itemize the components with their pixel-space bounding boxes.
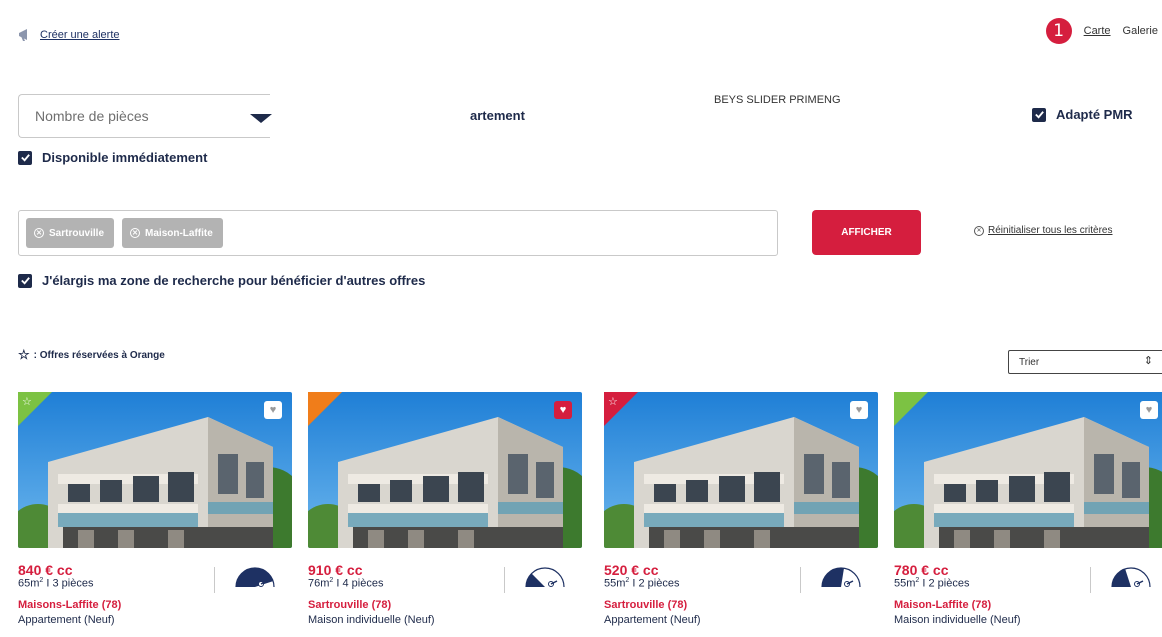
pmr-checkbox[interactable]: Adapté PMR <box>1032 107 1133 122</box>
star-icon: ☆ <box>608 396 618 408</box>
sort-label: Trier <box>1019 356 1040 368</box>
rooms-select-placeholder: Nombre de pièces <box>35 108 149 124</box>
show-results-button[interactable]: AFFICHER <box>812 210 921 255</box>
view-galerie-link[interactable]: Galerie <box>1123 25 1158 37</box>
property-type: Appartement (Neuf) <box>604 614 701 626</box>
megaphone-icon <box>19 29 27 41</box>
create-alert-link[interactable]: Créer une alerte <box>18 28 120 42</box>
rooms: I 4 pièces <box>336 577 384 590</box>
offers-note-label: : Offres réservées à Orange <box>33 349 165 361</box>
star-outline-icon: ☆ <box>18 347 30 362</box>
available-label: Disponible immédiatement <box>42 150 208 165</box>
divider <box>1090 567 1091 593</box>
heart-icon[interactable]: ♥ <box>264 401 282 419</box>
category-corner <box>308 392 342 426</box>
area-rooms: 65m2 I 3 pièces <box>18 577 93 590</box>
property-photo[interactable] <box>308 392 582 548</box>
property-photo[interactable] <box>18 392 292 548</box>
remove-chip-icon[interactable]: ✕ <box>130 228 141 238</box>
checkbox-checked-icon[interactable] <box>18 150 32 165</box>
offer-card[interactable]: ☆ ♥ 780 € cc 55m2 I 2 pièces Maison-Laff… <box>894 392 1162 637</box>
city: Maisons-Laffite (78) <box>18 599 122 611</box>
offer-card[interactable]: ☆ ♥ 520 € cc 55m2 I 2 pièces Sartrouvill… <box>604 392 878 637</box>
heart-icon[interactable]: ♥ <box>1140 401 1158 419</box>
remove-chip-icon[interactable]: ✕ <box>34 228 44 238</box>
energy-gauge-icon <box>523 564 567 588</box>
chevron-down-icon[interactable] <box>250 114 272 123</box>
offer-card[interactable]: ☆ ♥ 910 € cc 76m2 I 4 pièces Sartrouvill… <box>308 392 582 637</box>
property-type: Appartement (Neuf) <box>18 614 115 626</box>
area-rooms: 55m2 I 2 pièces <box>604 577 679 590</box>
price: 840 € cc <box>18 562 73 578</box>
create-alert-label: Créer une alerte <box>40 29 120 41</box>
rooms: I 2 pièces <box>922 577 970 590</box>
slider-label: BEYS SLIDER PRIMENG <box>714 94 841 106</box>
property-type-label: artement <box>470 108 525 123</box>
price: 520 € cc <box>604 562 659 578</box>
location-chip[interactable]: ✕ Sartrouville <box>26 218 115 248</box>
divider <box>504 567 505 593</box>
area-rooms: 55m2 I 2 pièces <box>894 577 969 590</box>
offers-note: ☆ : Offres réservées à Orange <box>18 347 165 363</box>
rooms-select[interactable]: Nombre de pièces <box>18 94 270 138</box>
updown-arrows-icon: ⇕ <box>1143 355 1153 367</box>
area-rooms: 76m2 I 4 pièces <box>308 577 383 590</box>
square-unit: 2 <box>39 577 44 584</box>
energy-gauge-icon <box>819 564 863 588</box>
heart-icon[interactable]: ♥ <box>554 401 572 419</box>
checkbox-checked-icon[interactable] <box>1032 107 1046 122</box>
location-chip-label: Maison-Laffite <box>145 227 213 239</box>
location-input[interactable]: ✕ Sartrouville ✕ Maison-Laffite <box>18 210 778 256</box>
pmr-label: Adapté PMR <box>1056 107 1133 122</box>
property-photo[interactable] <box>894 392 1162 548</box>
square-unit: 2 <box>625 577 630 584</box>
widen-zone-checkbox[interactable]: J'élargis ma zone de recherche pour béné… <box>18 273 425 288</box>
energy-gauge-icon <box>1109 564 1153 588</box>
rooms: I 2 pièces <box>632 577 680 590</box>
price: 780 € cc <box>894 562 949 578</box>
close-circle-icon: ✕ <box>974 225 984 236</box>
view-switch: 1 Carte Galerie <box>1045 18 1158 44</box>
heart-icon[interactable]: ♥ <box>850 401 868 419</box>
view-carte-link[interactable]: Carte <box>1084 25 1111 37</box>
rooms: I 3 pièces <box>46 577 94 590</box>
location-chip-label: Sartrouville <box>49 227 105 239</box>
location-chip[interactable]: ✕ Maison-Laffite <box>122 218 223 248</box>
area: 76m <box>308 577 330 590</box>
step-badge: 1 <box>1045 18 1072 44</box>
property-photo[interactable] <box>604 392 878 548</box>
property-type: Maison individuelle (Neuf) <box>308 614 435 626</box>
city: Sartrouville (78) <box>604 599 688 611</box>
divider <box>214 567 215 593</box>
checkbox-checked-icon[interactable] <box>18 273 32 288</box>
city: Sartrouville (78) <box>308 599 392 611</box>
square-unit: 2 <box>915 577 920 584</box>
property-type: Maison individuelle (Neuf) <box>894 614 1021 626</box>
offer-card[interactable]: ☆ ♥ 840 € cc 65m2 I 3 pièces Maisons-Laf… <box>18 392 292 637</box>
energy-gauge-icon <box>233 564 277 588</box>
square-unit: 2 <box>329 577 334 584</box>
area: 55m <box>604 577 626 590</box>
sort-select[interactable]: Trier ⇕ <box>1008 350 1162 374</box>
divider <box>800 567 801 593</box>
category-corner <box>894 392 928 426</box>
reset-criteria-link[interactable]: ✕ Réinitialiser tous les critères <box>974 225 1113 236</box>
star-icon: ☆ <box>22 396 32 408</box>
area: 55m <box>894 577 916 590</box>
city: Maison-Laffite (78) <box>894 599 992 611</box>
reset-label: Réinitialiser tous les critères <box>988 225 1113 236</box>
price: 910 € cc <box>308 562 363 578</box>
widen-zone-label: J'élargis ma zone de recherche pour béné… <box>42 273 426 288</box>
area: 65m <box>18 577 40 590</box>
available-checkbox[interactable]: Disponible immédiatement <box>18 150 207 165</box>
